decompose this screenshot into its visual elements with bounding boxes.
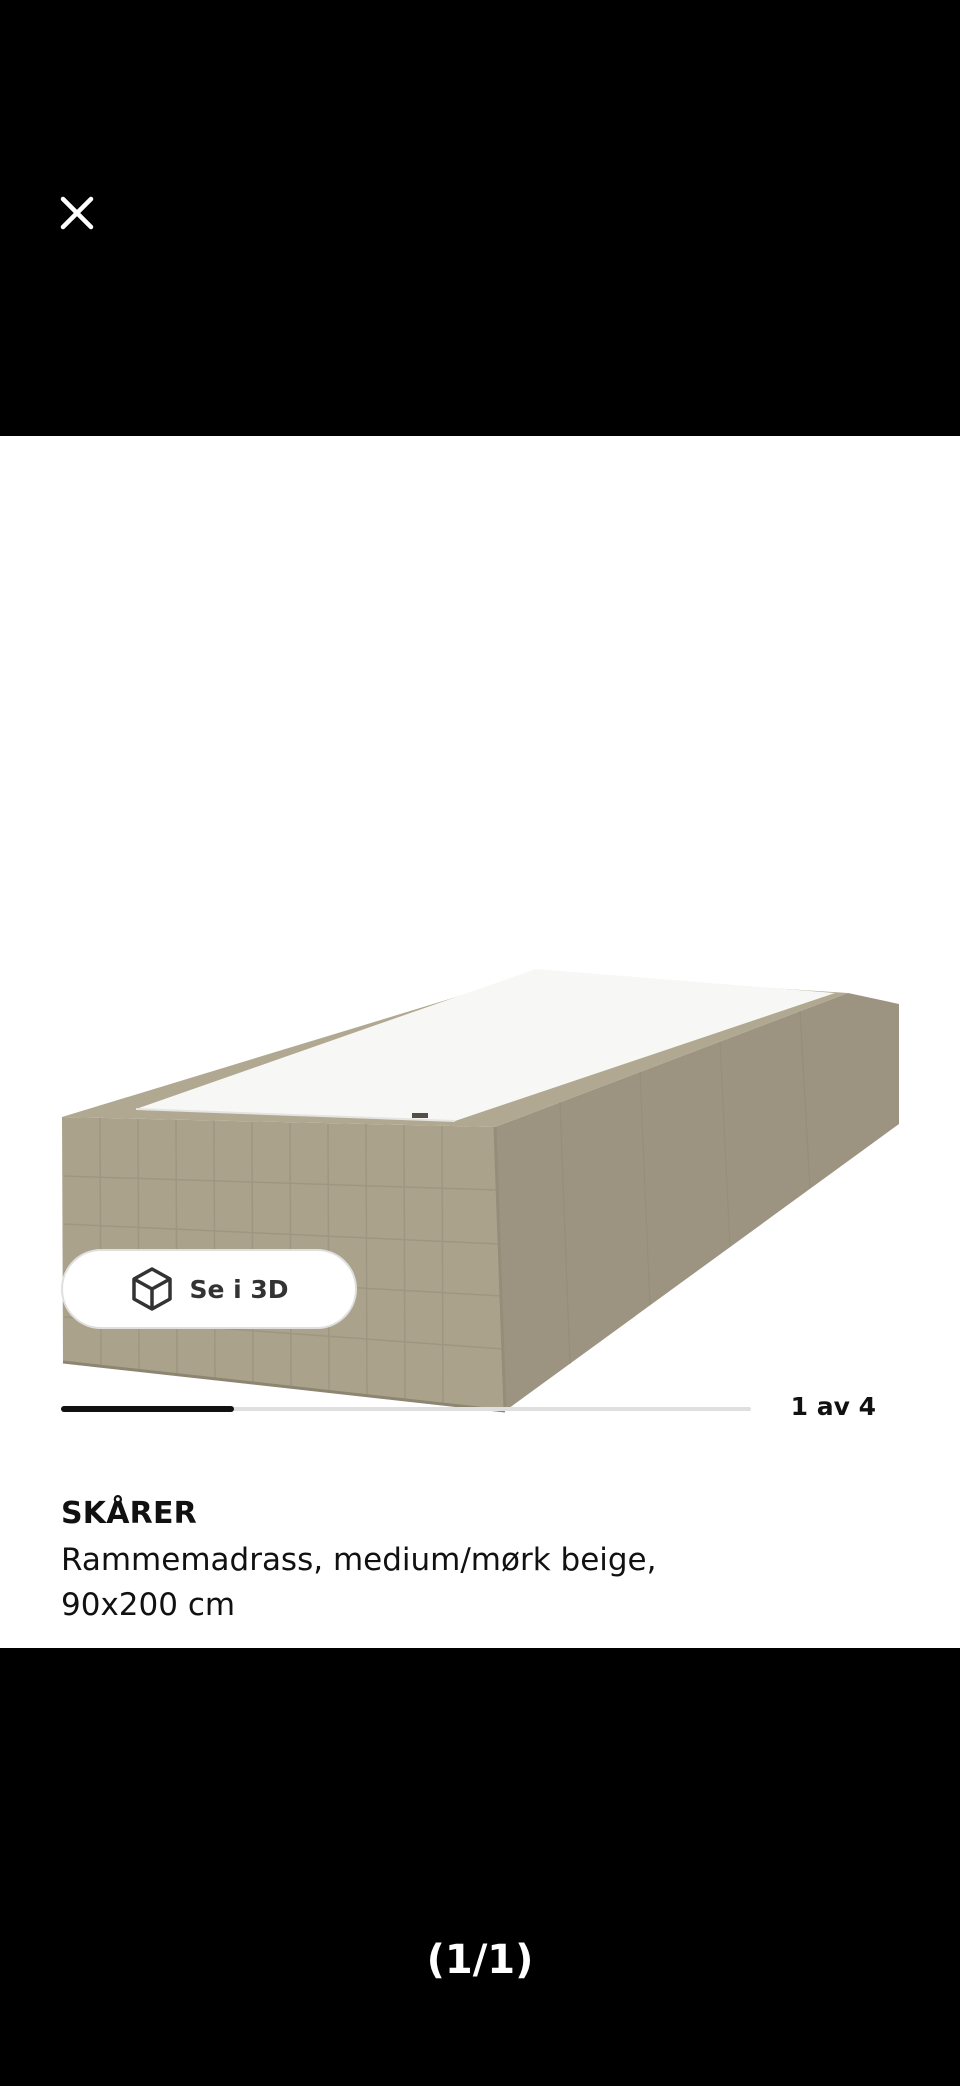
page-indicator: (1/1) (426, 1937, 534, 1983)
progress-fill (61, 1406, 234, 1412)
cube-icon (132, 1267, 173, 1311)
product-image[interactable] (40, 704, 920, 1564)
view-in-3d-button[interactable]: Se i 3D (61, 1249, 357, 1329)
close-icon (60, 196, 94, 230)
carousel-progress-bar (61, 1406, 751, 1412)
carousel-counter: 1 av 4 (790, 1392, 876, 1421)
view-in-3d-label: Se i 3D (189, 1274, 289, 1304)
product-card: Se i 3D 1 av 4 SKÅRER Rammemadrass, medi… (0, 436, 960, 1648)
close-button[interactable] (52, 188, 102, 238)
product-description: Rammemadrass, medium/mørk beige, 90x200 … (61, 1542, 657, 1623)
image-viewer: Se i 3D 1 av 4 SKÅRER Rammemadrass, medi… (0, 0, 960, 2086)
product-name: SKÅRER (61, 1496, 197, 1531)
